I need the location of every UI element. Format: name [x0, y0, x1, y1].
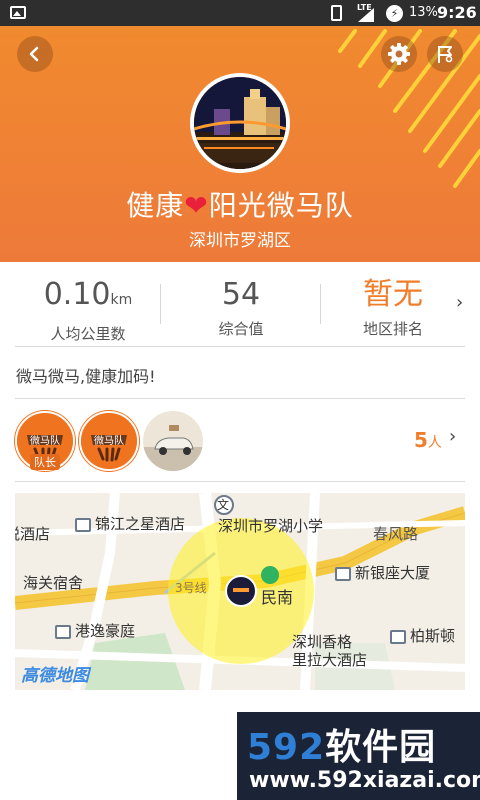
building-icon [335, 566, 351, 581]
divider [160, 284, 161, 324]
gallery-notification-icon [10, 6, 26, 19]
team-avatar-photo [194, 77, 286, 169]
team-location-map[interactable]: 悦酒店 锦江之星酒店 深圳市罗湖小学 文 春风路 海关宿舍 3号线 新银座大厦 … [15, 493, 465, 690]
team-stats[interactable]: 0.10km 人均公里数 54 综合值 暂无 地区排名 › [0, 262, 480, 346]
member-count[interactable]: 5人 [414, 428, 442, 452]
chevron-right-icon[interactable]: › [456, 292, 463, 313]
team-slogan: 微马微马,健康加码! [16, 367, 156, 386]
heart-emoji: ❤ [184, 189, 209, 222]
svg-text:微马队: 微马队 [30, 434, 60, 447]
member-avatar[interactable] [143, 411, 203, 471]
network-type: LTE [357, 3, 372, 12]
gear-icon [388, 43, 410, 65]
battery-percent: 13% [409, 5, 438, 20]
site-watermark: 592软件园 www.592xiazai.com [237, 712, 480, 800]
team-logo-icon: 微马队 [81, 413, 137, 469]
settings-button[interactable] [381, 36, 417, 72]
chevron-left-icon [29, 46, 39, 62]
stat-avg-km: 0.10km 人均公里数 [43, 277, 133, 344]
amap-logo: 高德地图 [21, 666, 89, 686]
svg-text:微马队: 微马队 [94, 434, 124, 447]
flag-icon [438, 46, 453, 63]
residence-icon [55, 624, 71, 639]
member-photo [143, 411, 203, 471]
back-button[interactable] [17, 36, 53, 72]
divider [15, 481, 465, 482]
clock: 9:26 [437, 3, 477, 22]
team-header: 健康❤阳光微马队 深圳市罗湖区 [0, 26, 480, 262]
chevron-right-icon[interactable]: › [449, 426, 456, 447]
stat-score: 54 综合值 [218, 277, 264, 339]
battery-saver-icon: ⚡ [386, 5, 403, 22]
hotel-icon [390, 629, 406, 644]
member-avatar[interactable]: 微马队 [79, 411, 139, 471]
hotel-icon [75, 517, 91, 532]
divider [15, 346, 465, 347]
stat-rank: 暂无 地区排名 [362, 277, 423, 339]
vibrate-icon [331, 5, 342, 21]
team-location: 深圳市罗湖区 [189, 231, 291, 251]
captain-badge: 队长 [30, 454, 60, 470]
team-name: 健康❤阳光微马队 [126, 189, 354, 222]
divider [15, 398, 465, 399]
report-button[interactable] [427, 36, 463, 72]
status-bar: LTE ⚡ 13% 9:26 [0, 0, 480, 26]
team-avatar[interactable] [190, 73, 290, 173]
